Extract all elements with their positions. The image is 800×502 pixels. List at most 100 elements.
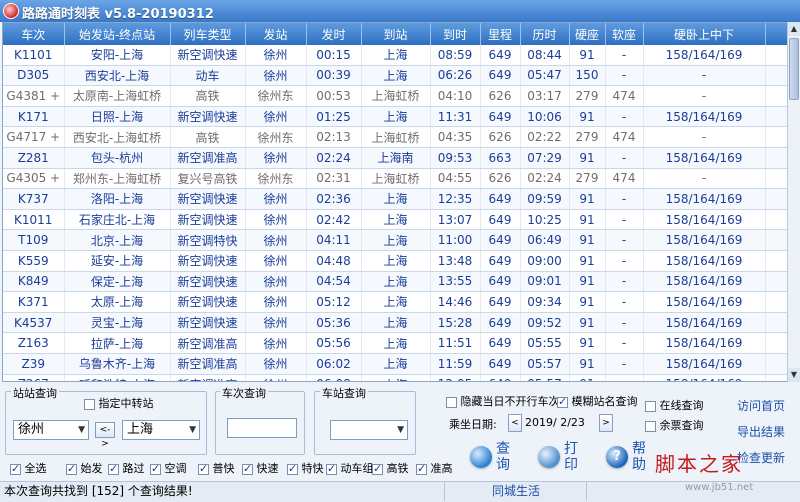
column-header[interactable]: 到时 [430,23,481,45]
hide-not-running-checkbox[interactable] [446,396,457,408]
cell-dep: 02:31 [306,168,362,190]
filter-checkbox[interactable] [10,462,21,475]
fuzzy-station-option[interactable]: 模糊站名查询 [557,393,638,409]
filter-checkbox[interactable] [416,462,427,475]
table-row[interactable]: G4717 + 西安北-上海虹桥 高铁 徐州东 02:13 上海虹桥 04:35 626 02:… [3,126,788,148]
station-search-select[interactable]: ▼ [330,420,408,440]
column-header[interactable]: 历时 [520,23,570,45]
table-row[interactable]: D305西安北-上海动车徐州00:39上海06:2664905:47150--2… [3,65,788,87]
column-header[interactable]: 里程 [480,23,521,45]
next-date-button[interactable]: > [599,414,613,432]
cell-hard-seat: 91 [569,188,606,210]
scroll-up-icon[interactable]: ▲ [788,22,800,36]
window-title: 路路通时刻表 v5.8-20190312 [22,7,214,22]
cell-train: K4537 [3,312,65,334]
prev-date-button[interactable]: < [508,414,522,432]
remaining-tickets-checkbox[interactable] [645,420,656,432]
home-link[interactable]: 访问首页 [737,397,785,414]
cell-km: 649 [480,250,521,272]
table-row[interactable]: Z281 包头-杭州 新空调准高 徐州 02:24 上海南 09:53 663 07:29 91-… [3,147,788,169]
table-row[interactable]: Z39 乌鲁木齐-上海 新空调准高 徐州 06:02 上海 11:59 649 05:57 91-… [3,353,788,375]
filter-checkbox[interactable] [150,462,161,475]
cell-route: 西安北-上海 [64,65,171,87]
table-row[interactable]: K371 太原-上海 新空调快速 徐州 05:12 上海 14:46 649 09:34 91-1… [3,291,788,313]
filter-option[interactable]: 空调 [150,460,187,476]
cell-soft-sleeper: 243/253 [765,250,788,272]
swap-stations-button[interactable]: <-> [95,422,115,449]
online-query-checkbox[interactable] [645,400,656,412]
cell-dur: 09:00 [520,250,570,272]
from-station-select[interactable]: 徐州 ▼ [13,420,89,440]
column-header[interactable]: 软座 [605,23,644,45]
column-header[interactable]: 硬卧上中下 [643,23,766,45]
vertical-scrollbar[interactable]: ▲ ▼ [787,22,800,382]
filter-checkbox[interactable] [66,462,77,475]
cell-arr: 11:59 [430,353,481,375]
table-row[interactable]: K559 延安-上海 新空调快速 徐州 04:48 上海 13:48 649 09:00 91-1… [3,250,788,272]
filter-option[interactable]: 高铁 [372,460,409,476]
status-center[interactable]: 同城生活 [446,482,587,501]
table-row[interactable]: K737 洛阳-上海 新空调快速 徐州 02:36 上海 12:35 649 09:59 91-1… [3,188,788,210]
filter-option[interactable]: 普快 [198,460,235,476]
table-row[interactable]: K4537 灵宝-上海 新空调快速 徐州 05:36 上海 15:28 649 09:52 91-… [3,312,788,334]
cell-dep: 04:11 [306,229,362,251]
filter-option[interactable]: 路过 [108,460,145,476]
to-station-select[interactable]: 上海 ▼ [122,420,200,440]
cell-km: 649 [480,312,521,334]
cell-dep: 02:36 [306,188,362,210]
filter-option[interactable]: 快速 [242,460,279,476]
filter-option[interactable]: 特快 [287,460,324,476]
filter-option[interactable]: 全选 [10,460,47,476]
filter-checkbox[interactable] [198,462,209,475]
table-row[interactable]: G4305 + 郑州东-上海虹桥 复兴号高铁 徐州东 02:31 上海虹桥 04:55 626… [3,168,788,190]
filter-checkbox[interactable] [326,462,337,475]
timetable-table: 车次始发站-终点站列车类型发站发时到站到时里程历时硬座软座硬卧上中下软卧上下 K… [3,23,788,381]
table-row[interactable]: K1101 安阳-上海 新空调快速 徐州 00:15 上海 08:59 649 08:44 91-… [3,45,788,66]
cell-train: T109 [3,229,65,251]
column-header[interactable]: 硬座 [569,23,606,45]
hide-not-running-option[interactable]: 隐藏当日不开行车次 [446,393,560,409]
column-header[interactable]: 发站 [245,23,307,45]
online-query-option[interactable]: 在线查询 [645,397,704,413]
table-row[interactable]: T109 北京-上海 新空调特快 徐州 04:11 上海 11:00 649 06:49 91-1… [3,229,788,251]
filter-checkbox[interactable] [287,462,298,475]
column-header[interactable]: 车次 [3,23,65,45]
cell-dep: 00:39 [306,65,362,87]
table-row[interactable]: G4381 + 太原南-上海虹桥 高铁 徐州东 00:53 上海虹桥 04:10 626 03:… [3,85,788,107]
column-header[interactable]: 始发站-终点站 [64,23,171,45]
transfer-checkbox-box[interactable] [84,398,95,410]
date-value[interactable]: 2019/ 2/23 [525,416,585,429]
chevron-down-icon: ▼ [189,425,196,435]
cell-from: 徐州 [245,374,307,381]
results-grid[interactable]: 车次始发站-终点站列车类型发站发时到站到时里程历时硬座软座硬卧上中下软卧上下 K… [2,22,789,382]
table-row[interactable]: K849 保定-上海 新空调快速 徐州 04:54 上海 13:55 649 09:01 91-1… [3,271,788,293]
filter-checkbox[interactable] [242,462,253,475]
filter-option[interactable]: 准高 [416,460,453,476]
cell-from: 徐州东 [245,126,307,148]
column-header[interactable]: 列车类型 [170,23,246,45]
remaining-tickets-option[interactable]: 余票查询 [645,417,704,433]
scroll-down-icon[interactable]: ▼ [788,368,800,382]
train-number-input[interactable] [227,418,297,438]
table-row[interactable]: Z267呼和浩特-上海新空调准高徐州06:08上海12:0564905:5791… [3,374,788,381]
column-header[interactable]: 发时 [306,23,362,45]
update-link[interactable]: 检查更新 [737,449,785,466]
transfer-checkbox[interactable]: 指定中转站 [84,395,154,411]
cell-km: 649 [480,271,521,293]
cell-type: 新空调快速 [170,291,246,313]
column-header[interactable]: 软卧上下 [765,23,788,45]
fuzzy-station-checkbox[interactable] [557,395,568,408]
table-row[interactable]: K171 日照-上海 新空调快速 徐州 01:25 上海 11:31 649 10:06 91-1… [3,106,788,128]
filter-checkbox[interactable] [372,462,383,475]
scroll-thumb[interactable] [789,38,799,100]
filter-checkbox[interactable] [108,462,119,475]
watermark-url: www.jb51.net [685,482,754,493]
cell-from: 徐州 [245,291,307,313]
export-link[interactable]: 导出结果 [737,423,785,440]
filter-option[interactable]: 始发 [66,460,103,476]
table-row[interactable]: K1011 石家庄北-上海 新空调快速 徐州 02:42 上海 13:07 649 10:25 9… [3,209,788,231]
column-header[interactable]: 到站 [361,23,431,45]
table-row[interactable]: Z163 拉萨-上海 新空调准高 徐州 05:56 上海 11:51 649 05:55 91-1… [3,332,788,354]
cell-train: K737 [3,188,65,210]
filter-option[interactable]: 动车组 [326,460,374,476]
